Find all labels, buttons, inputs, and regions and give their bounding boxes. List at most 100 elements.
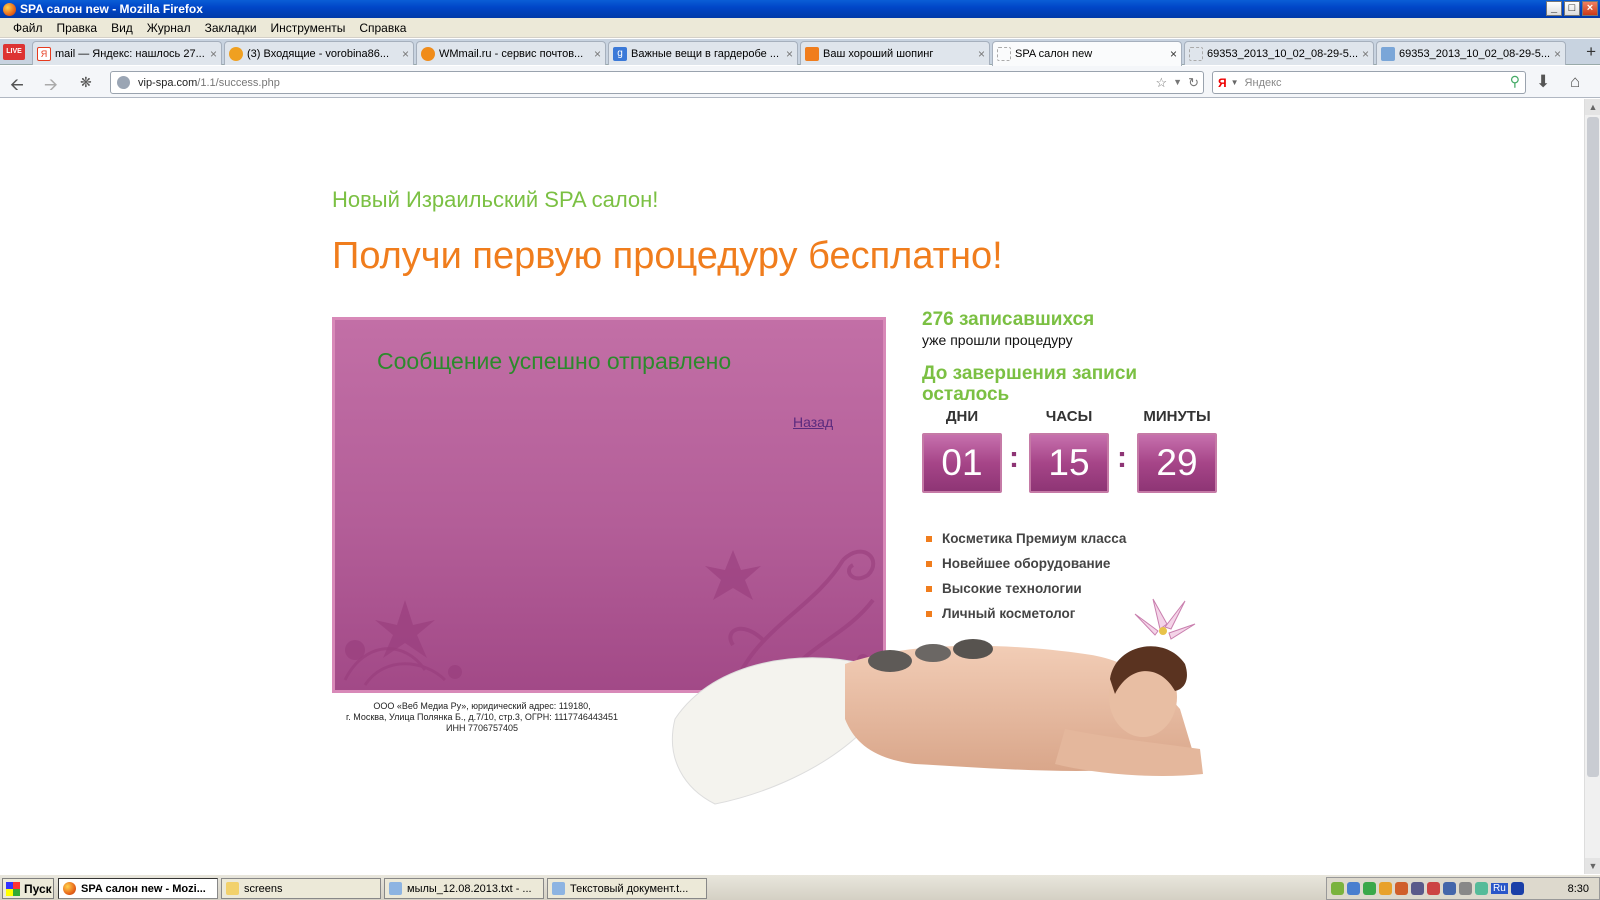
tab-label: 69353_2013_10_02_08-29-5... — [1399, 47, 1550, 60]
page-headline: Получи первую процедуру бесплатно! — [332, 235, 1003, 277]
blank-page-icon — [997, 47, 1011, 61]
countdown-minutes: 29 — [1137, 433, 1217, 493]
back-icon[interactable]: 🡨 — [10, 72, 24, 101]
tab-strip: LIVE Я mail — Яндекс: нашлось 27... × (3… — [0, 39, 1600, 66]
forward-icon[interactable]: 🡪 — [44, 72, 58, 101]
tab[interactable]: 69353_2013_10_02_08-29-5... × — [1184, 41, 1374, 65]
tray-icon[interactable] — [1475, 882, 1488, 895]
legal-line: ИНН 7706757405 — [445, 723, 519, 733]
scroll-down-icon[interactable]: ▼ — [1585, 858, 1600, 874]
address-bar-actions: ☆ ▼ ↻ — [1156, 75, 1199, 91]
back-link[interactable]: Назад — [793, 414, 833, 430]
tray-icon[interactable] — [1427, 882, 1440, 895]
mail-icon — [229, 46, 243, 61]
tray-icon[interactable] — [1510, 882, 1524, 895]
vertical-scrollbar[interactable]: ▲ ▼ — [1584, 99, 1600, 874]
scroll-up-icon[interactable]: ▲ — [1585, 99, 1600, 115]
bullet-icon — [926, 560, 932, 567]
search-engine-dropdown-icon[interactable]: ▼ — [1231, 78, 1239, 87]
tab-close-icon[interactable]: × — [978, 47, 985, 61]
start-button[interactable]: Пуск — [2, 878, 54, 899]
tab-close-icon[interactable]: × — [786, 47, 793, 61]
tray-icon[interactable] — [1363, 882, 1376, 895]
countdown-days-label: ДНИ — [945, 408, 979, 425]
maximize-button[interactable]: □ — [1564, 1, 1580, 16]
tab-label: SPA салон new — [1015, 48, 1093, 60]
deadline-heading: До завершения записи осталось — [922, 363, 1138, 405]
tray-icon[interactable] — [1347, 882, 1360, 895]
tab-active[interactable]: SPA салон new × — [992, 41, 1182, 66]
signed-count: 276 записавшихся — [922, 309, 1095, 330]
close-button[interactable]: × — [1582, 1, 1598, 16]
tab-label: mail — Яндекс: нашлось 27... — [55, 47, 205, 60]
google-icon: g — [613, 46, 627, 61]
tab-close-icon[interactable]: × — [402, 47, 409, 61]
menu-history[interactable]: Журнал — [140, 21, 198, 35]
tray-icon[interactable] — [1395, 882, 1408, 895]
scroll-thumb[interactable] — [1587, 117, 1599, 777]
downloads-icon[interactable]: ⬇ — [1536, 72, 1550, 92]
home-icon[interactable]: ⌂ — [1570, 72, 1580, 92]
menu-tools[interactable]: Инструменты — [264, 21, 353, 35]
firefox-icon — [3, 2, 16, 16]
menu-view[interactable]: Вид — [104, 21, 140, 35]
tab-close-icon[interactable]: × — [1554, 47, 1561, 61]
tray-icon[interactable] — [1331, 882, 1344, 895]
success-message: Сообщение успешно отправлено — [377, 348, 732, 374]
feature-item: Косметика Премиум класса — [926, 526, 1126, 551]
search-placeholder: Яндекс — [1244, 76, 1282, 89]
reload-icon[interactable]: ↻ — [1188, 75, 1199, 91]
tab-close-icon[interactable]: × — [1170, 47, 1177, 61]
tray-icon[interactable] — [1379, 882, 1392, 895]
wmmail-icon — [421, 46, 435, 61]
menu-bookmarks[interactable]: Закладки — [198, 21, 264, 35]
minimize-button[interactable]: _ — [1546, 1, 1562, 16]
countdown-separator: : — [1009, 441, 1019, 474]
taskbar-item-firefox[interactable]: SPA салон new - Mozi... — [58, 878, 218, 899]
tab-label: Важные вещи в гардеробе ... — [631, 47, 780, 60]
taskbar-item-label: screens — [244, 882, 283, 895]
menu-file[interactable]: Файл — [6, 21, 50, 35]
window-titlebar: SPA салон new - Mozilla Firefox _ □ × — [0, 0, 1600, 18]
new-tab-icon[interactable]: + — [1586, 42, 1596, 62]
taskbar-item-label: мылы_12.08.2013.txt - ... — [407, 882, 532, 895]
search-icon[interactable]: ⚲ — [1510, 73, 1520, 90]
tab-label: WMmail.ru - сервис почтов... — [439, 47, 584, 60]
taskbar-item-screens[interactable]: screens — [221, 878, 381, 899]
feature-label: Косметика Премиум класса — [942, 531, 1127, 546]
start-label: Пуск — [24, 881, 52, 896]
tab[interactable]: Ваш хороший шопинг × — [800, 41, 990, 65]
tab-close-icon[interactable]: × — [210, 47, 217, 61]
taskbar-item-notepad[interactable]: мылы_12.08.2013.txt - ... — [384, 878, 544, 899]
pinned-tab-live[interactable]: LIVE — [3, 44, 25, 60]
countdown-separator: : — [1117, 441, 1127, 474]
language-indicator[interactable]: Ru — [1491, 883, 1508, 894]
search-bar[interactable]: Я ▼ Яндекс ⚲ — [1212, 71, 1526, 94]
tray-icon[interactable] — [1411, 882, 1424, 895]
bookmarks-toolbar-icon[interactable]: ❋ — [80, 74, 92, 91]
tab[interactable]: Я mail — Яндекс: нашлось 27... × — [32, 41, 222, 65]
signed-text: уже прошли процедуру — [922, 332, 1073, 348]
yandex-search-icon[interactable]: Я — [1218, 76, 1227, 90]
dropdown-icon[interactable]: ▼ — [1173, 75, 1182, 91]
tab[interactable]: g Важные вещи в гардеробе ... × — [608, 41, 798, 65]
legal-info: ООО «Веб Медиа Ру», юридический адрес: 1… — [332, 701, 632, 734]
menu-edit[interactable]: Правка — [50, 21, 105, 35]
menu-help[interactable]: Справка — [352, 21, 413, 35]
yandex-icon: Я — [37, 46, 51, 61]
windows-flag-icon — [6, 881, 20, 896]
address-bar[interactable]: vip-spa.com/1.1/success.php ☆ ▼ ↻ — [110, 71, 1204, 94]
tab[interactable]: WMmail.ru - сервис почтов... × — [416, 41, 606, 65]
image-icon — [1381, 46, 1395, 61]
tab[interactable]: 69353_2013_10_02_08-29-5... × — [1376, 41, 1566, 65]
star-icon[interactable]: ☆ — [1156, 75, 1168, 91]
tab-close-icon[interactable]: × — [594, 47, 601, 61]
tab[interactable]: (3) Входящие - vorobina86... × — [224, 41, 414, 65]
tray-icon[interactable] — [1459, 882, 1472, 895]
url-path: /1.1/success.php — [197, 76, 280, 89]
taskbar-item-notepad[interactable]: Текстовый документ.t... — [547, 878, 707, 899]
firefox-icon — [63, 882, 76, 895]
tray-icon[interactable] — [1443, 882, 1456, 895]
site-identity-icon[interactable] — [117, 76, 130, 89]
tab-close-icon[interactable]: × — [1362, 47, 1369, 61]
